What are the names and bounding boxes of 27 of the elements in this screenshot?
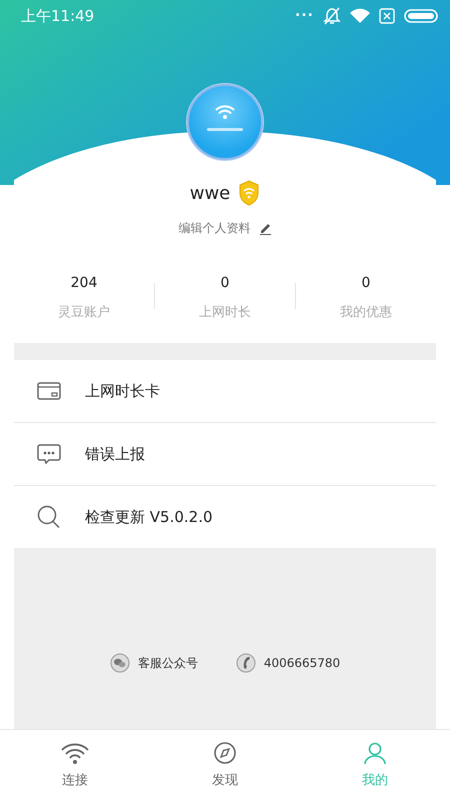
compass-icon (212, 741, 238, 765)
message-icon (37, 443, 61, 465)
wifi-icon (350, 8, 370, 24)
shield-wifi-icon (238, 180, 260, 206)
card-icon (37, 381, 61, 401)
stat-value: 204 (70, 275, 98, 291)
stat-value: 0 (362, 275, 370, 291)
status-time: 上午11:49 (21, 6, 94, 26)
menu-item[interactable]: 上网时长卡 (85, 382, 160, 400)
user-name: wwe (190, 182, 230, 204)
bell-muted-icon (323, 7, 341, 25)
person-icon (362, 741, 388, 765)
phone-icon (236, 653, 256, 673)
battery-icon (404, 9, 438, 23)
tab[interactable]: 发现 (150, 730, 300, 800)
sim-icon (379, 8, 395, 24)
more-notifications: ... (295, 4, 314, 20)
tab[interactable]: 连接 (0, 730, 150, 800)
search-icon (37, 505, 61, 529)
contact-text[interactable]: 客服公众号 (138, 654, 198, 672)
chat-bubbles-icon (110, 653, 130, 673)
stat-value: 0 (220, 275, 230, 291)
edit-profile-link[interactable]: 编辑个人资料 (178, 220, 250, 237)
pencil-icon[interactable] (258, 222, 272, 235)
contact-text[interactable]: 4006665780 (264, 656, 340, 670)
menu-item[interactable]: 检查更新 V5.0.2.0 (85, 508, 213, 526)
menu-item[interactable]: 错误上报 (85, 444, 145, 464)
